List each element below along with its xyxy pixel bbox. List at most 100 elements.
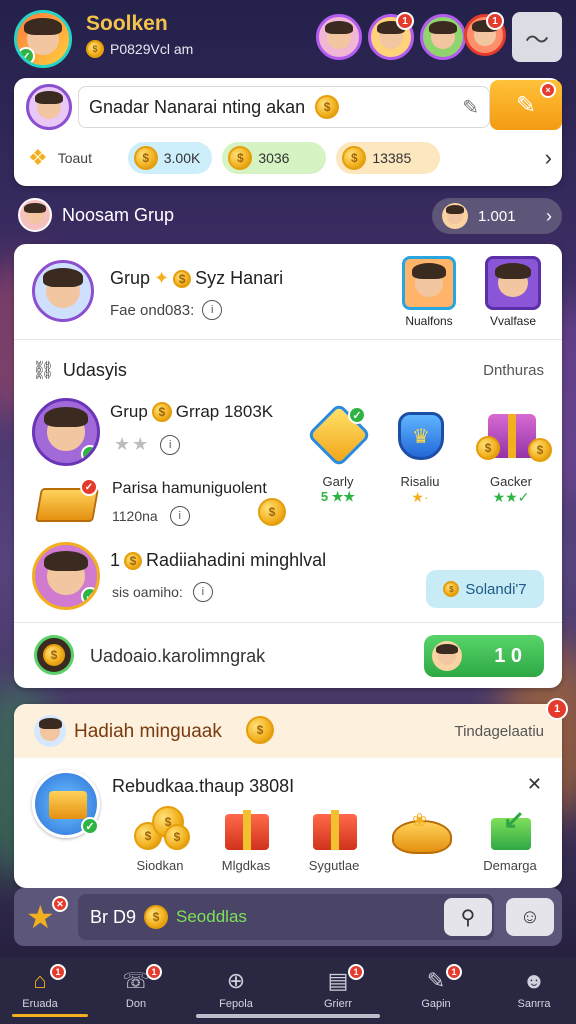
- group-row: Noosam Grup 1.001 ›: [14, 196, 562, 236]
- updates-footer: $ Uadoaio.karolimngrak 1 0: [14, 622, 562, 688]
- nav-item-2[interactable]: ☏ Don 1: [100, 964, 172, 1016]
- nav-item-3[interactable]: ⊕ Fepola: [200, 968, 272, 1016]
- row2-sub-row: 1120na i: [112, 506, 190, 526]
- group-card-subline-text: Fae ond083:: [110, 301, 195, 319]
- friend-avatar-1[interactable]: [316, 14, 362, 60]
- bottom-search-prefix: Br D9: [90, 906, 137, 927]
- search-input-text: Gnadar Nanarai nting akan: [89, 96, 306, 117]
- row3-button[interactable]: $ Solandi'7: [426, 570, 544, 608]
- coin-icon: $: [443, 581, 460, 597]
- row3-prefix: 1: [110, 550, 121, 570]
- friend-card-2[interactable]: Vvalfase: [480, 256, 546, 332]
- gift-box-icon: [221, 804, 271, 852]
- weekly-item-3-label: Sygutlae: [308, 858, 360, 873]
- info-icon[interactable]: i: [169, 506, 190, 526]
- chevron-right-icon: ›: [546, 205, 552, 226]
- home-icon: ⌂: [33, 968, 47, 993]
- row3-button-label: Solandi'7: [465, 580, 527, 598]
- home-indicator: [196, 1014, 380, 1018]
- row1-title-text-2: Grrap 1803K: [175, 402, 274, 421]
- row3-avatar[interactable]: ✓: [32, 542, 100, 610]
- row3-sub-row: sis oamiho: i: [112, 582, 213, 602]
- search-button[interactable]: ⚲: [444, 898, 492, 936]
- weekly-right[interactable]: Tindagelaatiu: [454, 723, 544, 740]
- treasure-bowl-icon: ❀: [390, 804, 454, 858]
- stat-pill-2[interactable]: $3036: [222, 142, 327, 174]
- reward-1[interactable]: ✓ Garly 5 ★★: [302, 402, 374, 526]
- row3-title-text: Radiiahadini minghlval: [146, 550, 327, 570]
- reward-1-stars: 5 ★★: [320, 489, 356, 504]
- friend-card-2-label: Vvalfase: [489, 314, 537, 328]
- profile-button[interactable]: ☺: [506, 898, 554, 936]
- nav-item-4[interactable]: ▤ Grierr 1: [302, 964, 374, 1016]
- reward-2-stars: ★·: [411, 489, 429, 505]
- weekly-item-1[interactable]: $ $ $ Siodkan: [122, 804, 198, 880]
- row1-meta: ★★ i: [114, 434, 181, 455]
- star-badge-icon[interactable]: ★ ✕: [26, 896, 68, 938]
- trend-button[interactable]: 〜: [512, 12, 562, 62]
- gold-pile-icon: ❖: [28, 145, 48, 170]
- info-icon[interactable]: i: [192, 582, 213, 602]
- weekly-item-3[interactable]: Sygutlae: [296, 804, 372, 880]
- close-icon[interactable]: ✕: [527, 774, 542, 795]
- row1-title-text: Grup: [110, 402, 148, 421]
- weekly-item-5-label: Demarga: [483, 858, 537, 873]
- friend-card-1[interactable]: Nualfons: [398, 256, 460, 332]
- compass-icon: ⊕: [226, 968, 246, 993]
- info-icon[interactable]: i: [160, 434, 181, 455]
- row2-sub: 1120na: [112, 508, 158, 524]
- stat-pill-1[interactable]: $3.00K: [127, 142, 213, 174]
- document-icon: ▤: [327, 968, 349, 993]
- weekly-item-5[interactable]: ↙ Demarga: [472, 804, 548, 880]
- weekly-treasure-icon: ✓: [32, 770, 100, 838]
- rating-stars: ★★: [114, 434, 151, 454]
- reward-3[interactable]: $ $ Gacker ★★✓: [468, 408, 554, 526]
- nav-item-home[interactable]: ⌂ Eruada 1: [4, 964, 88, 1017]
- weekly-title: Hadiah minguaak: [74, 721, 222, 742]
- main-card: Grup ✦ $ Syz Hanari Fae ond083: i Nualfo…: [14, 244, 562, 688]
- row1-avatar[interactable]: ✓: [32, 398, 100, 466]
- notification-badge: 1: [486, 12, 504, 30]
- nav-item-6[interactable]: ☻ Sanrra: [498, 968, 570, 1016]
- reward-2[interactable]: ♛ Risaliu ★·: [384, 408, 456, 526]
- arrow-badge-icon: ↙: [485, 804, 535, 852]
- stats-label: Toaut: [57, 150, 92, 166]
- group-card[interactable]: Grup ✦ $ Syz Hanari Fae ond083: i Nualfo…: [14, 244, 562, 340]
- info-icon[interactable]: i: [202, 300, 223, 320]
- coin-icon: $: [315, 95, 340, 119]
- row1-title: Grup $ Grrap 1803K: [110, 402, 273, 422]
- weekly-item-2[interactable]: Mlgdkas: [208, 804, 284, 880]
- updates-right[interactable]: Dnthuras: [483, 362, 544, 379]
- updates-title: Udasyis: [62, 359, 127, 380]
- updates-header: ⛓ Udasyis Dnthuras: [32, 356, 544, 384]
- coin-icon: $: [258, 498, 286, 526]
- stat-pill-3[interactable]: $13385: [336, 142, 441, 174]
- chevron-right-icon[interactable]: ›: [545, 145, 552, 171]
- group-pill[interactable]: 1.001 ›: [432, 198, 562, 234]
- footer-pill-value: 1 0: [494, 644, 522, 667]
- search-input[interactable]: Gnadar Nanarai nting akan $ ✎: [78, 86, 490, 128]
- profile-avatar[interactable]: ✓: [14, 10, 72, 68]
- footer-pill[interactable]: 1 0: [424, 635, 544, 677]
- footer-text: Uadoaio.karolimngrak: [90, 646, 266, 666]
- nav-item-5[interactable]: ✎ Gapin 1: [400, 964, 472, 1016]
- weekly-row-title: Rebudkaa.thaup 3808I: [112, 776, 295, 796]
- row2-title: Parisa hamuniguolent: [112, 480, 267, 497]
- bottom-search-input[interactable]: Br D9 $ Seoddlas: [78, 894, 494, 940]
- gift-box-icon: [309, 804, 359, 852]
- create-button[interactable]: ✎ ×: [490, 80, 562, 130]
- header-subtitle: P0829Vcl am: [110, 41, 194, 57]
- nav-label-home: Eruada: [22, 998, 58, 1010]
- user-avatar[interactable]: [26, 84, 72, 130]
- nav-label-4: Grierr: [323, 998, 353, 1010]
- shield-icon: ♛: [392, 408, 448, 460]
- edit-icon[interactable]: ✎: [462, 95, 479, 120]
- group-card-subline: Fae ond083: i: [110, 300, 223, 320]
- weekly-item-4[interactable]: ❀: [384, 804, 460, 880]
- friend-avatar-3[interactable]: [420, 14, 466, 60]
- footer-avatar: $: [34, 635, 74, 675]
- reward-3-label: Gacker: [490, 474, 532, 489]
- search-icon: ⚲: [460, 906, 476, 929]
- coin-icon: $: [124, 551, 143, 570]
- gold-bars-icon: ✓: [35, 478, 99, 526]
